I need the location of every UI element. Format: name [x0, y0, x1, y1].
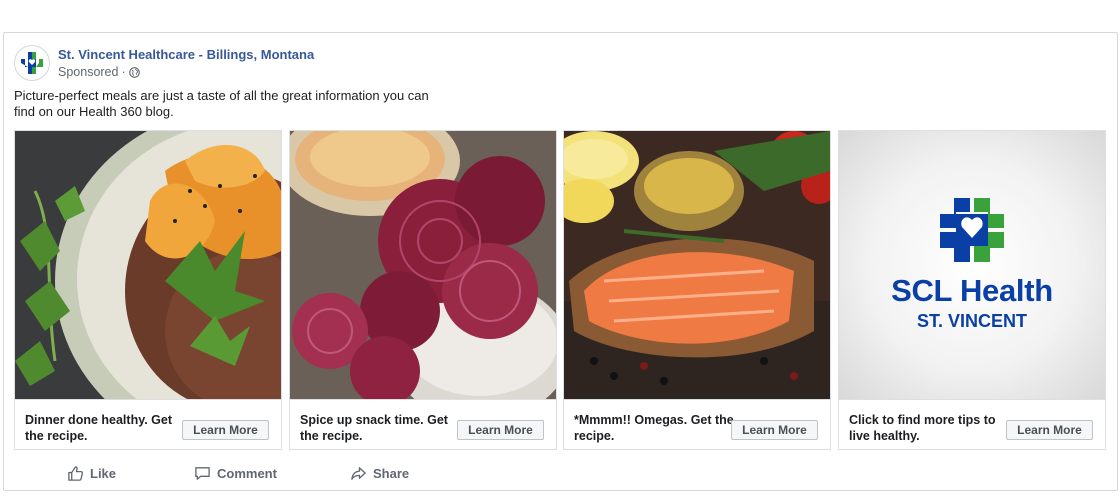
logo-brand-text: SCL Health	[891, 273, 1053, 308]
comment-label: Comment	[217, 465, 277, 481]
comment-button[interactable]: Comment	[194, 461, 277, 485]
grain-bowl-photo-icon	[15, 131, 281, 399]
caption-text: Dinner done healthy. Get the recipe.	[25, 413, 173, 443]
page-name-link[interactable]: St. Vincent Healthcare - Billings, Monta…	[58, 47, 314, 62]
post-header: St. Vincent Healthcare - Billings, Monta…	[14, 43, 714, 83]
learn-more-button[interactable]: Learn More	[731, 420, 818, 440]
beet-chips-photo-icon	[290, 131, 556, 399]
card-image[interactable]	[564, 131, 830, 399]
card-image[interactable]	[15, 131, 281, 399]
card-image[interactable]	[290, 131, 556, 399]
logo-sub-text: ST. VINCENT	[916, 311, 1027, 331]
learn-more-button[interactable]: Learn More	[1006, 420, 1093, 440]
card-caption: Click to find more tips to live healthy.…	[839, 399, 1105, 449]
page-avatar[interactable]	[14, 45, 50, 81]
scl-cross-logo-icon	[21, 52, 43, 74]
action-bar: Like Comment Share	[14, 461, 614, 485]
comment-icon	[195, 466, 210, 480]
globe-icon[interactable]	[128, 66, 140, 78]
card-caption: *Mmmm!! Omegas. Get the recipe. Learn Mo…	[564, 399, 830, 449]
caption-text: *Mmmm!! Omegas. Get the recipe.	[574, 413, 734, 443]
salmon-fillet-photo-icon	[564, 131, 830, 399]
card-caption: Spice up snack time. Get the recipe. Lea…	[290, 399, 556, 449]
sponsored-post: St. Vincent Healthcare - Billings, Monta…	[3, 32, 1118, 491]
carousel-card[interactable]: Spice up snack time. Get the recipe. Lea…	[289, 130, 557, 450]
thumbs-up-icon	[68, 465, 84, 481]
card-caption: Dinner done healthy. Get the recipe. Lea…	[15, 399, 281, 449]
share-button[interactable]: Share	[350, 461, 409, 485]
like-label: Like	[90, 465, 117, 481]
sponsored-label: Sponsored ·	[58, 65, 140, 79]
like-button[interactable]: Like	[67, 461, 116, 485]
caption-text: Click to find more tips to live healthy.	[849, 413, 996, 443]
scl-health-logo: SCL Health ST. VINCENT	[839, 131, 1105, 399]
scl-cross-logo-icon	[940, 198, 1004, 262]
share-icon	[351, 466, 366, 480]
post-text: Picture-perfect meals are just a taste o…	[14, 88, 429, 119]
carousel-card[interactable]: SCL Health ST. VINCENT Click to find mor…	[838, 130, 1106, 450]
carousel: Dinner done healthy. Get the recipe. Lea…	[14, 130, 1109, 450]
share-label: Share	[373, 465, 410, 481]
learn-more-button[interactable]: Learn More	[457, 420, 544, 440]
caption-text: Spice up snack time. Get the recipe.	[300, 413, 448, 443]
carousel-card[interactable]: *Mmmm!! Omegas. Get the recipe. Learn Mo…	[563, 130, 831, 450]
separator-dot: ·	[121, 65, 126, 79]
carousel-card[interactable]: Dinner done healthy. Get the recipe. Lea…	[14, 130, 282, 450]
sponsored-text[interactable]: Sponsored	[58, 65, 118, 79]
card-image[interactable]: SCL Health ST. VINCENT	[839, 131, 1105, 399]
learn-more-button[interactable]: Learn More	[182, 420, 269, 440]
